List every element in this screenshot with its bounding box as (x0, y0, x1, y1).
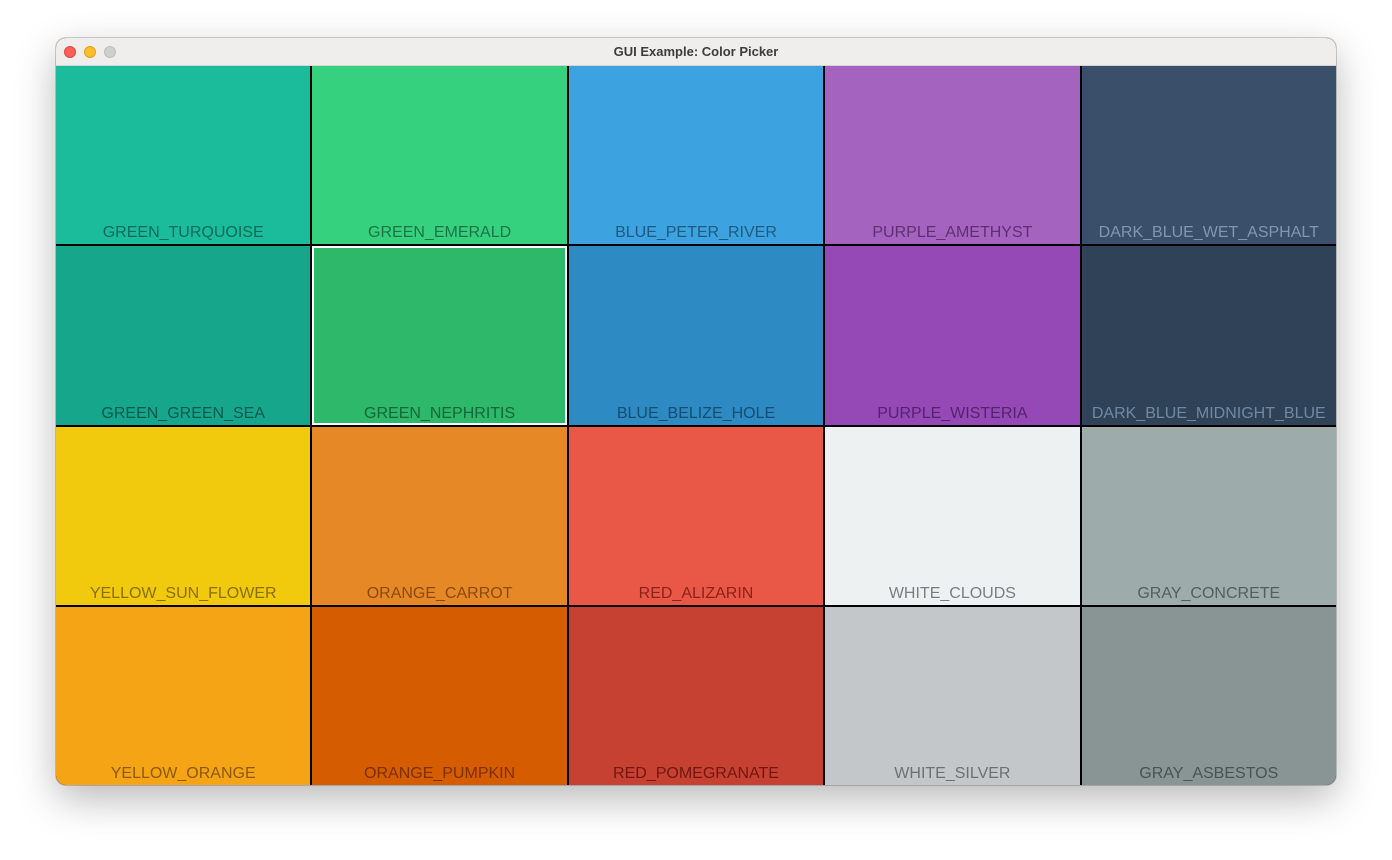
color-tile-label: ORANGE_CARROT (366, 584, 513, 602)
color-tile-label: DARK_BLUE_MIDNIGHT_BLUE (1091, 404, 1326, 422)
color-tile-label: BLUE_BELIZE_HOLE (616, 404, 776, 422)
color-tile-red-pomegranate[interactable]: RED_POMEGRANATE (568, 606, 824, 785)
color-tile-blue-belize-hole[interactable]: BLUE_BELIZE_HOLE (568, 246, 824, 425)
title-bar[interactable]: GUI Example: Color Picker (56, 38, 1336, 66)
color-tile-label: GRAY_CONCRETE (1137, 584, 1281, 602)
color-tile-gray-asbestos[interactable]: GRAY_ASBESTOS (1081, 606, 1336, 785)
color-tile-label: YELLOW_ORANGE (110, 765, 256, 782)
color-tile-label: WHITE_CLOUDS (888, 584, 1016, 602)
color-tile-orange-pumpkin[interactable]: ORANGE_PUMPKIN (312, 606, 567, 785)
color-tile-label: YELLOW_SUN_FLOWER (89, 584, 277, 602)
color-tile-label: GREEN_EMERALD (368, 224, 512, 242)
color-tile-label: GREEN_TURQUOISE (102, 224, 264, 242)
window-title: GUI Example: Color Picker (613, 44, 779, 59)
color-tile-blue-peter-river[interactable]: BLUE_PETER_RIVER (568, 66, 824, 245)
color-tile-gray-concrete[interactable]: GRAY_CONCRETE (1081, 426, 1336, 605)
app-window: GUI Example: Color Picker GREEN_TURQUOIS… (56, 38, 1336, 785)
color-tile-yellow-orange[interactable]: YELLOW_ORANGE (56, 606, 311, 785)
color-tile-green-emerald[interactable]: GREEN_EMERALD (312, 66, 567, 245)
color-tile-yellow-sun-flower[interactable]: YELLOW_SUN_FLOWER (56, 426, 311, 605)
color-tile-label: WHITE_SILVER (894, 765, 1011, 782)
color-grid: GREEN_TURQUOISE GREEN_EMERALD BLUE_PETER_R… (56, 66, 1336, 785)
color-tile-label: GRAY_ASBESTOS (1139, 765, 1279, 782)
color-tile-green-turquoise[interactable]: GREEN_TURQUOISE (56, 66, 311, 245)
color-tile-green-nephritis[interactable]: GREEN_NEPHRITIS (312, 246, 567, 425)
color-tile-white-clouds[interactable]: WHITE_CLOUDS (825, 426, 1080, 605)
color-tile-label: RED_POMEGRANATE (613, 765, 779, 782)
color-tile-label: BLUE_PETER_RIVER (615, 224, 777, 242)
color-tile-label: ORANGE_PUMPKIN (364, 765, 516, 782)
color-tile-dark-blue-wet-asphalt[interactable]: DARK_BLUE_WET_ASPHALT (1081, 66, 1336, 245)
color-tile-dark-blue-midnight-blue[interactable]: DARK_BLUE_MIDNIGHT_BLUE (1081, 246, 1336, 425)
color-tile-label: PURPLE_AMETHYST (872, 224, 1033, 242)
color-tile-purple-amethyst[interactable]: PURPLE_AMETHYST (825, 66, 1080, 245)
color-tile-orange-carrot[interactable]: ORANGE_CARROT (312, 426, 567, 605)
color-tile-label: GREEN_NEPHRITIS (364, 404, 516, 422)
color-tile-red-alizarin[interactable]: RED_ALIZARIN (568, 426, 824, 605)
color-tile-green-green-sea[interactable]: GREEN_GREEN_SEA (56, 246, 311, 425)
color-tile-purple-wisteria[interactable]: PURPLE_WISTERIA (825, 246, 1080, 425)
color-tile-label: PURPLE_WISTERIA (877, 404, 1028, 422)
color-tile-label: DARK_BLUE_WET_ASPHALT (1098, 224, 1319, 242)
color-tile-label: GREEN_GREEN_SEA (101, 404, 265, 422)
color-tile-label: RED_ALIZARIN (638, 584, 754, 602)
color-tile-white-silver[interactable]: WHITE_SILVER (825, 606, 1080, 785)
